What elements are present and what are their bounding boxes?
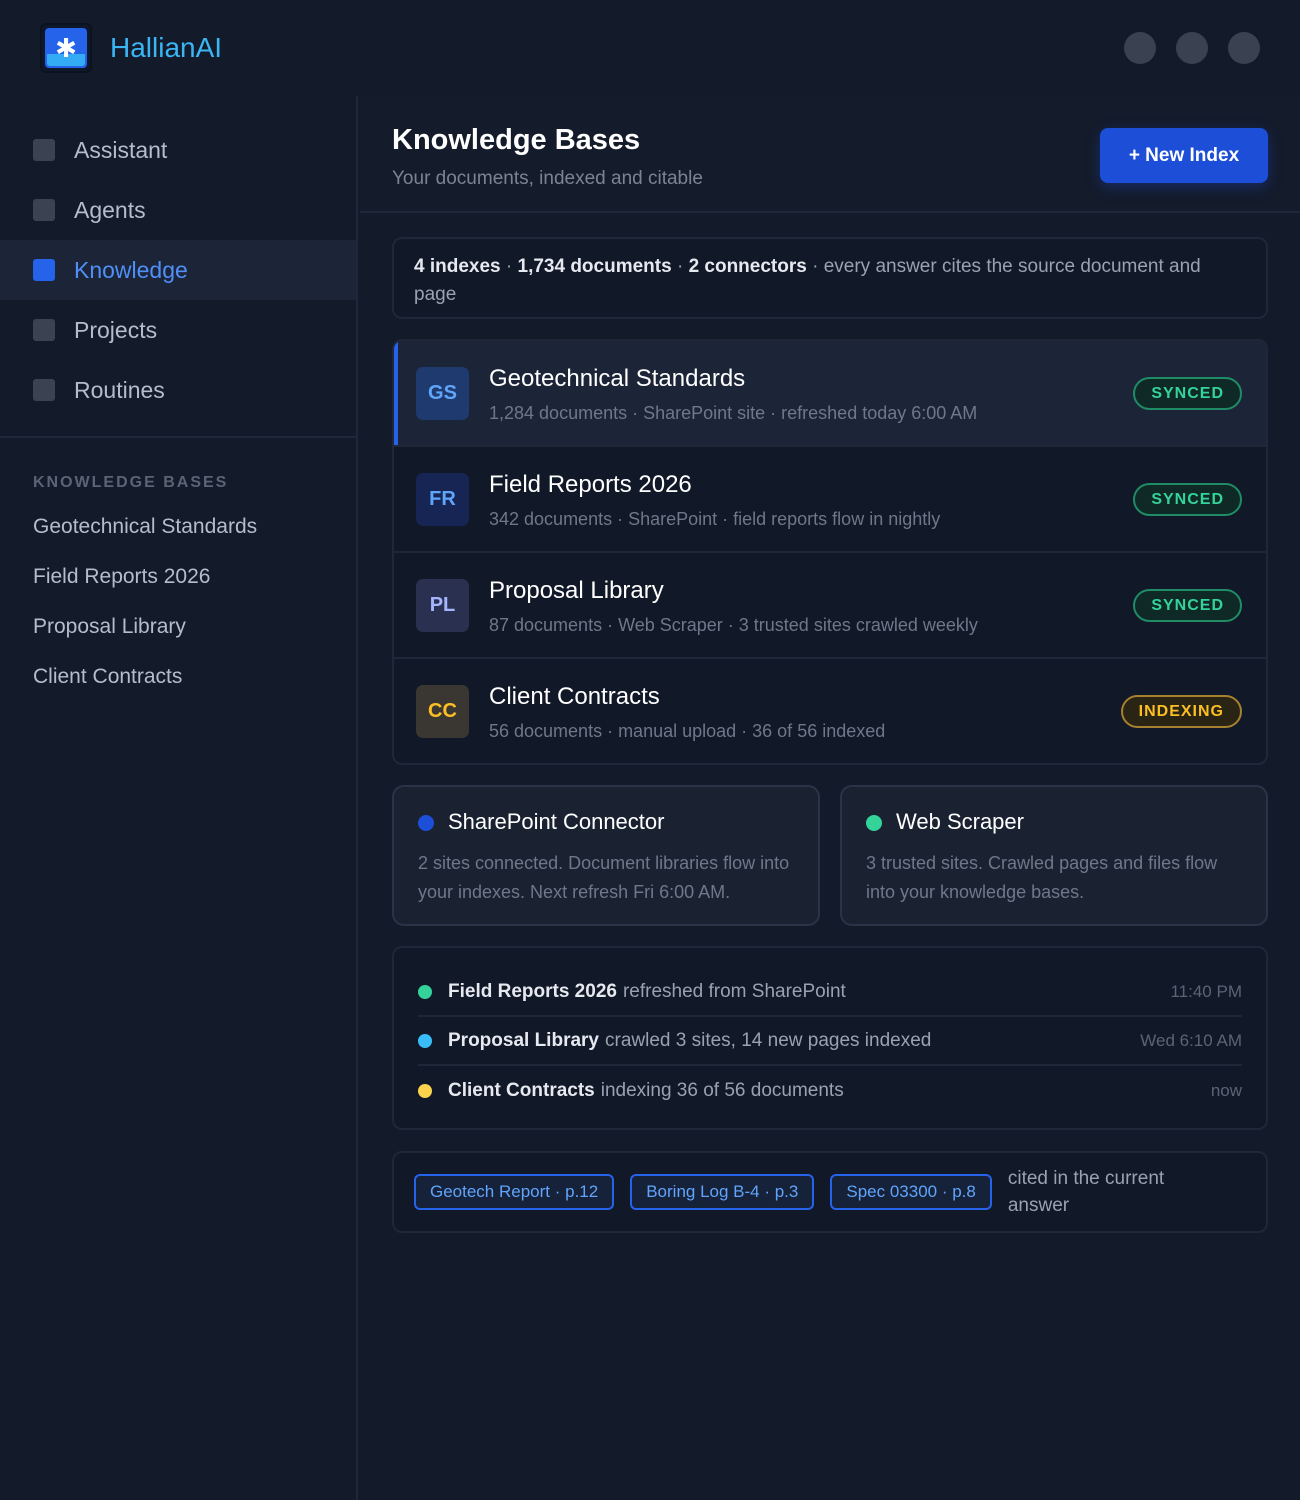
activity-feed: Field Reports 2026 refreshed from ShareP…	[392, 946, 1268, 1130]
kb-name: Geotechnical Standards	[489, 365, 746, 392]
app-logo: ✱	[40, 23, 92, 73]
activity-text: crawled 3 sites, 14 new pages indexed	[605, 1029, 932, 1051]
kb-link-geotechnical-standards[interactable]: Geotechnical Standards	[0, 502, 356, 552]
connector-title: Web Scraper	[896, 809, 1024, 834]
nav-item-label: Agents	[74, 196, 146, 223]
nav-item-routines[interactable]: Routines	[0, 360, 356, 420]
kb-meta: 56 documents · manual upload · 36 of 56 …	[489, 721, 886, 741]
web-scraper-card[interactable]: Web Scraper 3 trusted sites. Crawled pag…	[840, 785, 1268, 926]
citation-chip[interactable]: Geotech Report · p.12	[414, 1174, 615, 1210]
kb-avatar: CC	[416, 685, 469, 738]
kb-link-proposal-library[interactable]: Proposal Library	[0, 602, 356, 652]
kb-row-field-reports[interactable]: FR Field Reports 2026 342 documents · Sh…	[394, 447, 1266, 553]
activity-item: Client Contracts indexing 36 of 56 docum…	[418, 1066, 1242, 1115]
kb-avatar: FR	[416, 473, 469, 526]
nav-square-icon	[33, 259, 55, 281]
citation-chip[interactable]: Spec 03300 · p.8	[830, 1174, 992, 1210]
summary-documents: 1,734 documents	[517, 256, 672, 277]
brand-name: HallianAI	[110, 32, 223, 63]
main-content: Knowledge Bases Your documents, indexed …	[360, 96, 1300, 1500]
kb-row-client-contracts[interactable]: CC Client Contracts 56 documents · manua…	[394, 659, 1266, 763]
page-header: Knowledge Bases Your documents, indexed …	[360, 96, 1300, 213]
status-dot-icon	[866, 815, 882, 831]
activity-time: Wed 6:10 AM	[1140, 1030, 1242, 1050]
kb-name: Proposal Library	[489, 577, 664, 604]
status-dot-icon	[418, 1083, 432, 1098]
nav-item-label: Assistant	[74, 136, 168, 163]
nav-square-icon	[33, 319, 55, 341]
nav-list: Assistant Agents Knowledge Projects Rout…	[0, 96, 356, 420]
activity-text: refreshed from SharePoint	[622, 980, 846, 1002]
window-control-button[interactable]	[1176, 32, 1208, 64]
page-subtitle: Your documents, indexed and citable	[392, 168, 703, 189]
asterisk-icon: ✱	[45, 28, 87, 68]
kb-meta: 1,284 documents · SharePoint site · refr…	[489, 403, 978, 423]
activity-time: 11:40 PM	[1170, 981, 1242, 1001]
kb-section-heading: KNOWLEDGE BASES	[33, 474, 229, 491]
knowledge-base-list: GS Geotechnical Standards 1,284 document…	[392, 339, 1268, 765]
status-dot-icon	[418, 1033, 432, 1048]
sharepoint-connector-card[interactable]: SharePoint Connector 2 sites connected. …	[392, 785, 820, 926]
status-badge: SYNCED	[1133, 377, 1242, 410]
nav-item-label: Knowledge	[74, 256, 188, 283]
kb-name: Field Reports 2026	[489, 471, 692, 498]
activity-subject: Client Contracts	[448, 1079, 595, 1101]
nav-square-icon	[33, 379, 55, 401]
kb-meta: 87 documents · Web Scraper · 3 trusted s…	[489, 615, 978, 635]
kb-link-client-contracts[interactable]: Client Contracts	[0, 652, 356, 702]
window-control-button[interactable]	[1228, 32, 1260, 64]
status-badge: INDEXING	[1120, 695, 1242, 728]
status-badge: SYNCED	[1133, 589, 1242, 622]
new-index-button[interactable]: + New Index	[1100, 128, 1268, 183]
activity-subject: Field Reports 2026	[448, 980, 617, 1002]
summary-indexes: 4 indexes	[414, 256, 501, 277]
nav-item-label: Projects	[74, 316, 158, 343]
kb-row-geotechnical-standards[interactable]: GS Geotechnical Standards 1,284 document…	[394, 341, 1266, 447]
page-title: Knowledge Bases	[392, 124, 641, 156]
nav-item-assistant[interactable]: Assistant	[0, 120, 356, 180]
kb-meta: 342 documents · SharePoint · field repor…	[489, 509, 941, 529]
nav-square-icon	[33, 199, 55, 221]
window-controls	[1124, 32, 1260, 64]
window-control-button[interactable]	[1124, 32, 1156, 64]
citation-note: cited in the current answer	[1007, 1168, 1165, 1216]
kb-row-proposal-library[interactable]: PL Proposal Library 87 documents · Web S…	[394, 553, 1266, 659]
nav-item-agents[interactable]: Agents	[0, 180, 356, 240]
kb-link-field-reports[interactable]: Field Reports 2026	[0, 552, 356, 602]
kb-link-list: Geotechnical Standards Field Reports 202…	[0, 502, 356, 702]
citation-chip[interactable]: Boring Log B-4 · p.3	[630, 1174, 815, 1210]
kb-name: Client Contracts	[489, 683, 660, 710]
kb-avatar: GS	[416, 367, 469, 420]
connector-description: 2 sites connected. Document libraries fl…	[418, 853, 790, 902]
status-dot-icon	[418, 815, 434, 831]
summary-separator: ·	[500, 256, 518, 277]
nav-item-label: Routines	[74, 376, 165, 403]
nav-item-projects[interactable]: Projects	[0, 300, 356, 360]
status-dot-icon	[418, 984, 432, 999]
kb-avatar: PL	[416, 579, 469, 632]
status-badge: SYNCED	[1133, 483, 1242, 516]
summary-separator: ·	[671, 256, 689, 277]
sidebar: Assistant Agents Knowledge Projects Rout…	[0, 96, 358, 1500]
activity-subject: Proposal Library	[448, 1029, 599, 1051]
connector-description: 3 trusted sites. Crawled pages and files…	[866, 853, 1218, 902]
activity-item: Proposal Library crawled 3 sites, 14 new…	[418, 1017, 1242, 1066]
summary-bar: 4 indexes · 1,734 documents · 2 connecto…	[392, 237, 1268, 319]
connector-title: SharePoint Connector	[448, 809, 665, 834]
summary-connectors: 2 connectors	[688, 256, 807, 277]
citations-bar: Geotech Report · p.12 Boring Log B-4 · p…	[392, 1151, 1268, 1233]
activity-item: Field Reports 2026 refreshed from ShareP…	[418, 968, 1242, 1017]
activity-text: indexing 36 of 56 documents	[600, 1079, 844, 1101]
nav-square-icon	[33, 139, 55, 161]
sidebar-divider	[0, 436, 356, 438]
nav-item-knowledge[interactable]: Knowledge	[0, 240, 356, 300]
top-bar: ✱ HallianAI	[0, 0, 1300, 96]
activity-time: now	[1210, 1080, 1242, 1100]
